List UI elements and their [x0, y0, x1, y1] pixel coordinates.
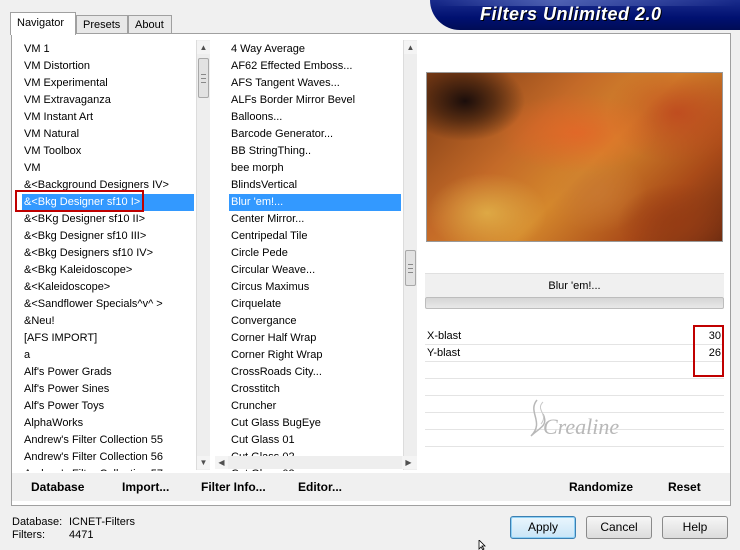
- scroll-left-icon[interactable]: ◀: [215, 456, 228, 469]
- filter-item[interactable]: Circus Maximus: [229, 279, 401, 296]
- separator-bar: [425, 297, 724, 309]
- filter-item[interactable]: Circle Pede: [229, 245, 401, 262]
- filters-status: Filters: 4471: [12, 529, 93, 541]
- category-item[interactable]: Alf's Power Grads: [22, 364, 194, 381]
- param-label: X-blast: [427, 330, 462, 342]
- scroll-right-icon[interactable]: ▶: [402, 456, 415, 469]
- bottom-toolbar: Database Import... Filter Info... Editor…: [12, 473, 730, 501]
- filter-item[interactable]: ALFs Border Mirror Bevel: [229, 92, 401, 109]
- filter-item[interactable]: Balloons...: [229, 109, 401, 126]
- category-item[interactable]: a: [22, 347, 194, 364]
- filters-value: 4471: [69, 529, 94, 541]
- param-row-empty: [425, 362, 724, 379]
- param-row-y-blast[interactable]: Y-blast 26: [425, 345, 724, 362]
- category-item[interactable]: VM: [22, 160, 194, 177]
- filter-item[interactable]: BB StringThing..: [229, 143, 401, 160]
- param-row-x-blast[interactable]: X-blast 30: [425, 328, 724, 345]
- filter-item[interactable]: AF62 Effected Emboss...: [229, 58, 401, 75]
- category-item[interactable]: [AFS IMPORT]: [22, 330, 194, 347]
- category-item[interactable]: &<Bkg Designers sf10 IV>: [22, 245, 194, 262]
- category-item[interactable]: VM Extravaganza: [22, 92, 194, 109]
- category-item[interactable]: &Neu!: [22, 313, 194, 330]
- category-item[interactable]: AlphaWorks: [22, 415, 194, 432]
- category-item[interactable]: &<BKg Designer sf10 II>: [22, 211, 194, 228]
- filter-item[interactable]: Corner Half Wrap: [229, 330, 401, 347]
- param-row-empty: [425, 379, 724, 396]
- category-item[interactable]: &<Kaleidoscope>: [22, 279, 194, 296]
- category-item[interactable]: VM Natural: [22, 126, 194, 143]
- filter-item[interactable]: bee morph: [229, 160, 401, 177]
- category-item[interactable]: Andrew's Filter Collection 57: [22, 466, 194, 471]
- category-item[interactable]: VM Instant Art: [22, 109, 194, 126]
- filter-info-button[interactable]: Filter Info...: [201, 480, 266, 494]
- values-highlight-box: [693, 325, 724, 377]
- database-value: ICNET-Filters: [69, 516, 135, 528]
- filter-item[interactable]: Center Mirror...: [229, 211, 401, 228]
- database-button[interactable]: Database: [31, 480, 84, 494]
- filter-item[interactable]: Barcode Generator...: [229, 126, 401, 143]
- scroll-thumb[interactable]: [198, 58, 209, 98]
- preview-image: [426, 72, 723, 242]
- category-item[interactable]: Alf's Power Sines: [22, 381, 194, 398]
- watermark-logo: Crealine: [515, 396, 635, 446]
- category-item[interactable]: Andrew's Filter Collection 56: [22, 449, 194, 466]
- filter-scrollbar[interactable]: ▲ ▼: [403, 40, 417, 470]
- category-item[interactable]: VM Toolbox: [22, 143, 194, 160]
- filter-hscrollbar[interactable]: ◀ ▶: [215, 456, 415, 469]
- category-item[interactable]: &<Bkg Designer sf10 III>: [22, 228, 194, 245]
- import-button[interactable]: Import...: [122, 480, 169, 494]
- category-item[interactable]: VM Distortion: [22, 58, 194, 75]
- scroll-up-icon[interactable]: ▲: [404, 41, 417, 54]
- watermark-text: Crealine: [543, 414, 620, 439]
- scroll-thumb[interactable]: [405, 250, 416, 286]
- category-item[interactable]: VM Experimental: [22, 75, 194, 92]
- database-status: Database: ICNET-Filters: [12, 516, 135, 528]
- filter-item[interactable]: Cruncher: [229, 398, 401, 415]
- category-item[interactable]: Alf's Power Toys: [22, 398, 194, 415]
- category-scrollbar[interactable]: ▲ ▼: [196, 40, 210, 470]
- category-item[interactable]: VM 1: [22, 41, 194, 58]
- filter-item[interactable]: CrossRoads City...: [229, 364, 401, 381]
- reset-button[interactable]: Reset: [668, 480, 701, 494]
- category-highlight-box: [15, 190, 144, 212]
- filter-item[interactable]: Cut Glass BugEye: [229, 415, 401, 432]
- database-label: Database:: [12, 516, 63, 528]
- apply-button[interactable]: Apply: [510, 516, 576, 539]
- param-label: Y-blast: [427, 347, 461, 359]
- randomize-button[interactable]: Randomize: [569, 480, 633, 494]
- editor-button[interactable]: Editor...: [298, 480, 342, 494]
- filter-item[interactable]: Blur 'em!...: [229, 194, 401, 211]
- tab-navigator[interactable]: Navigator: [10, 12, 76, 35]
- category-item[interactable]: Andrew's Filter Collection 55: [22, 432, 194, 449]
- filter-item[interactable]: Circular Weave...: [229, 262, 401, 279]
- help-button[interactable]: Help: [662, 516, 728, 539]
- cancel-button[interactable]: Cancel: [586, 516, 652, 539]
- filter-item[interactable]: Corner Right Wrap: [229, 347, 401, 364]
- filter-item[interactable]: 4 Way Average: [229, 41, 401, 58]
- filter-item[interactable]: BlindsVertical: [229, 177, 401, 194]
- filter-item[interactable]: AFS Tangent Waves...: [229, 75, 401, 92]
- tab-presets[interactable]: Presets: [76, 15, 128, 34]
- filter-item[interactable]: Cirquelate: [229, 296, 401, 313]
- category-item[interactable]: &<Bkg Kaleidoscope>: [22, 262, 194, 279]
- tab-about[interactable]: About: [128, 15, 172, 34]
- filters-label: Filters:: [12, 529, 45, 541]
- filter-name-label: Blur 'em!...: [425, 273, 724, 297]
- filter-item[interactable]: Centripedal Tile: [229, 228, 401, 245]
- scroll-down-icon[interactable]: ▼: [197, 456, 210, 469]
- app-title: Filters Unlimited 2.0: [480, 4, 662, 24]
- category-item[interactable]: &<Sandflower Specials^v^ >: [22, 296, 194, 313]
- filter-item[interactable]: Convergance: [229, 313, 401, 330]
- category-list[interactable]: VM 1 VM Distortion VM Experimental VM Extra…: [22, 41, 194, 471]
- mouse-cursor-icon: [478, 540, 486, 550]
- filter-list[interactable]: 4 Way Average AF62 Effected Emboss... AFS …: [229, 41, 401, 471]
- scroll-up-icon[interactable]: ▲: [197, 41, 210, 54]
- filter-item[interactable]: Cut Glass 01: [229, 432, 401, 449]
- title-banner: Filters Unlimited 2.0: [430, 0, 740, 30]
- filter-item[interactable]: Crosstitch: [229, 381, 401, 398]
